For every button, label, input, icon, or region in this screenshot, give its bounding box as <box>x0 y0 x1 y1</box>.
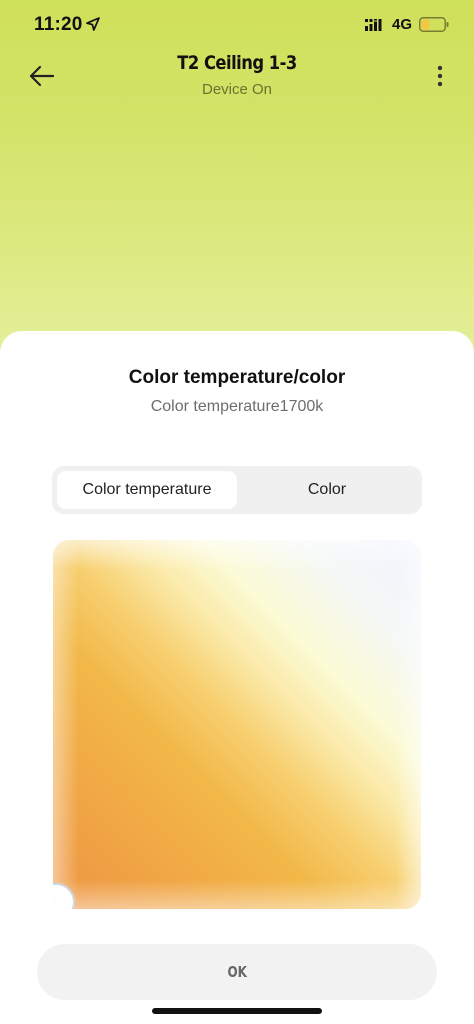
cellular-signal-icon <box>365 19 382 31</box>
app-screen: 11:20 4G T2 Ceiling 1-3 Device On Color … <box>0 0 474 1024</box>
location-arrow-icon <box>86 17 100 31</box>
ok-label: OK <box>227 963 247 981</box>
color-sheet: Color temperature/color Color temperatur… <box>0 331 474 1024</box>
sheet-title: Color temperature/color <box>128 367 346 388</box>
picker-handle[interactable] <box>53 885 73 909</box>
status-time: 11:20 <box>34 14 83 35</box>
more-vertical-icon[interactable] <box>428 62 452 90</box>
status-bar: 11:20 4G <box>0 0 474 48</box>
battery-icon <box>419 17 449 32</box>
device-status: Device On <box>201 81 273 98</box>
home-indicator <box>152 1008 322 1014</box>
network-type: 4G <box>392 16 413 33</box>
device-title: T2 Ceiling 1-3 <box>177 52 297 74</box>
picker-glow <box>53 540 421 909</box>
mode-segmented-control: Color temperature Color <box>52 466 422 514</box>
tab-color[interactable]: Color <box>237 471 417 509</box>
sheet-subtitle: Color temperature1700k <box>150 398 324 415</box>
ok-button[interactable]: OK <box>37 944 437 1000</box>
tab-color-temperature[interactable]: Color temperature <box>57 471 237 509</box>
color-temperature-picker[interactable] <box>53 540 421 909</box>
